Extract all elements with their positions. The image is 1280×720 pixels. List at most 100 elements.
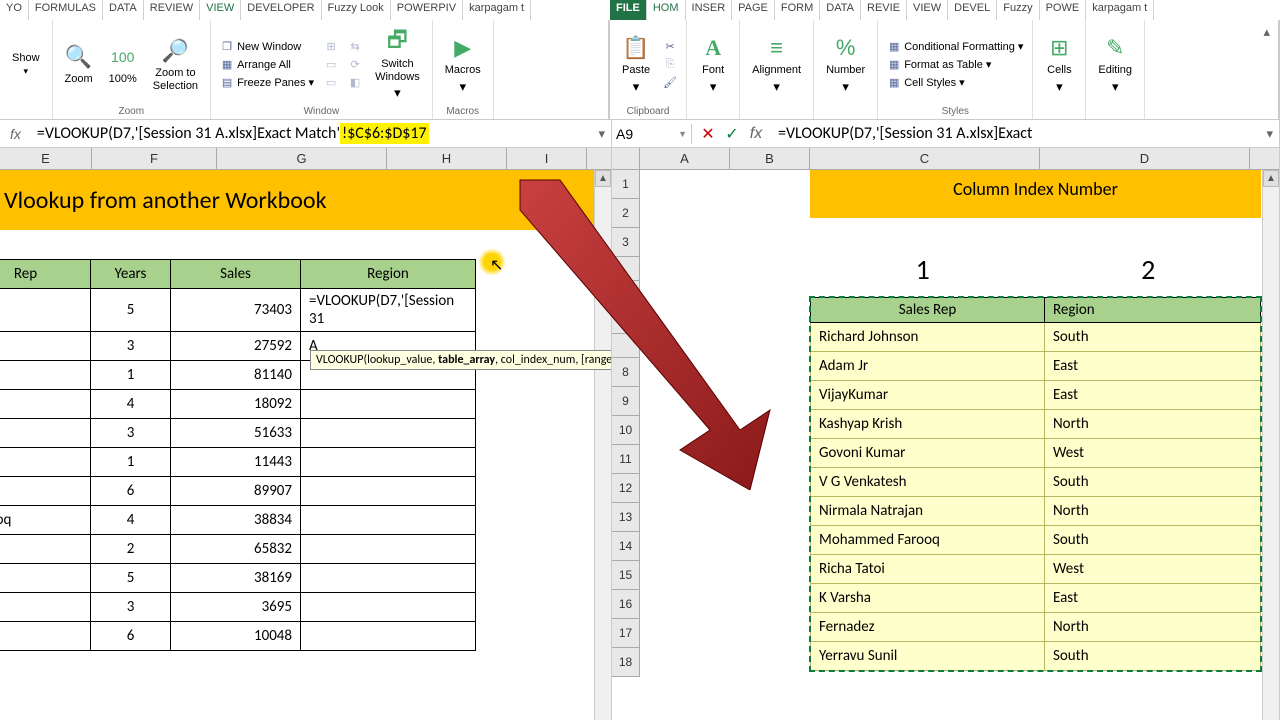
row-header[interactable]: 12 [612, 474, 640, 503]
table-row[interactable]: Farooq438834 [0, 506, 476, 535]
table-row[interactable]: Richard JohnsonSouth [811, 323, 1261, 352]
switch-windows-button[interactable]: 🗗Switch Windows ▾ [369, 26, 426, 102]
tab-powerpivot[interactable]: POWERPIV [391, 0, 463, 20]
row-header[interactable]: 8 [612, 358, 640, 387]
tab-form[interactable]: FORM [775, 0, 820, 20]
zoom-100-button[interactable]: 100100% [103, 41, 143, 87]
table-row[interactable]: Yerravu SunilSouth [811, 642, 1261, 671]
row-header[interactable]: 9 [612, 387, 640, 416]
table-row[interactable]: K VarshaEast [811, 584, 1261, 613]
formula-expand-right-icon[interactable]: ▾ [1260, 126, 1279, 142]
table-row[interactable]: Kashyap KrishNorth [811, 410, 1261, 439]
tab-fuzzy2[interactable]: Fuzzy [997, 0, 1039, 20]
formula-expand-icon[interactable]: ▾ [592, 126, 611, 142]
alignment-button[interactable]: ≡Alignment ▾ [746, 32, 807, 96]
zoom-button[interactable]: 🔍Zoom [59, 41, 99, 87]
row-header[interactable]: 15 [612, 561, 640, 590]
scrollbar-left[interactable]: ▲ [594, 170, 611, 720]
format-painter-button[interactable]: 🖌 [660, 75, 680, 91]
row-header[interactable]: 10 [612, 416, 640, 445]
row-header[interactable]: 2 [612, 199, 640, 228]
freeze-panes-button[interactable]: ▤Freeze Panes ▾ [217, 75, 317, 91]
row-header[interactable]: 3 [612, 228, 640, 257]
tab-formulas[interactable]: FORMULAS [29, 0, 103, 20]
tab-data2[interactable]: DATA [820, 0, 861, 20]
formula-cell[interactable]: =VLOOKUP(D7,'[Session 31 [301, 289, 476, 332]
tab-page[interactable]: PAGE [732, 0, 775, 20]
macros-button[interactable]: ▶Macros ▾ [439, 32, 487, 96]
editing-button[interactable]: ✎Editing ▾ [1092, 32, 1138, 96]
scroll-up-icon[interactable]: ▲ [595, 170, 611, 187]
scrollbar-right[interactable]: ▲ [1262, 170, 1279, 720]
fx-icon[interactable]: fx [0, 126, 31, 142]
split-button[interactable]: ⊞ [321, 39, 341, 55]
tab-view2[interactable]: VIEW [907, 0, 948, 20]
enter-icon[interactable]: ✓ [722, 124, 742, 144]
table-row[interactable]: sh111443 [0, 448, 476, 477]
table-row[interactable]: il610048 [0, 622, 476, 651]
format-table-button[interactable]: ▦Format as Table ▾ [884, 57, 1026, 73]
tab-view[interactable]: VIEW [200, 0, 241, 20]
row-header[interactable]: 17 [612, 619, 640, 648]
table-row[interactable]: VijayKumarEast [811, 381, 1261, 410]
hide-button[interactable]: ▭ [321, 57, 341, 73]
table-row[interactable]: 33695 [0, 593, 476, 622]
collapse-ribbon-icon[interactable]: ▴ [1263, 24, 1270, 40]
table-row[interactable]: Richa TatoiWest [811, 555, 1261, 584]
unhide-button[interactable]: ▭ [321, 75, 341, 91]
row-header[interactable]: 18 [612, 648, 640, 677]
table-row[interactable]: Govoni KumarWest [811, 439, 1261, 468]
copy-button[interactable]: ⎘ [660, 57, 680, 73]
cell-styles-button[interactable]: ▦Cell Styles ▾ [884, 75, 1026, 91]
right-data-table[interactable]: Sales Rep Region Richard JohnsonSouthAda… [810, 297, 1261, 671]
tab-developer[interactable]: DEVELOPER [241, 0, 321, 20]
row-header[interactable]: 6 [612, 305, 640, 334]
table-row[interactable]: sh418092 [0, 390, 476, 419]
tab-insert[interactable]: INSER [686, 0, 733, 20]
formula-input-right[interactable]: =VLOOKUP(D7,'[Session 31 A.xlsx]Exact [772, 120, 1260, 147]
tab-home[interactable]: HOM [647, 0, 686, 20]
cells-button[interactable]: ⊞Cells ▾ [1039, 32, 1079, 96]
table-row[interactable]: ajan689907 [0, 477, 476, 506]
table-row[interactable]: FernadezNorth [811, 613, 1261, 642]
table-row[interactable]: Mohammed FarooqSouth [811, 526, 1261, 555]
arrange-all-button[interactable]: ▦Arrange All [217, 57, 317, 73]
tab-devel2[interactable]: DEVEL [948, 0, 997, 20]
row-header[interactable]: 16 [612, 590, 640, 619]
table-row[interactable]: Adam JrEast [811, 352, 1261, 381]
row-header[interactable] [612, 334, 640, 358]
tab-file[interactable]: FILE [610, 0, 647, 20]
tab-data[interactable]: DATA [103, 0, 144, 20]
table-row[interactable]: V G VenkateshSouth [811, 468, 1261, 497]
tab-review[interactable]: REVIEW [144, 0, 200, 20]
row-header[interactable] [612, 257, 640, 281]
cut-button[interactable]: ✂ [660, 39, 680, 55]
row-header[interactable] [612, 281, 640, 305]
font-button[interactable]: AFont ▾ [693, 32, 733, 96]
tab-review2[interactable]: REVIE [861, 0, 907, 20]
scroll-up-right-icon[interactable]: ▲ [1263, 170, 1279, 187]
table-row[interactable]: nson573403=VLOOKUP(D7,'[Session 31 [0, 289, 476, 332]
table-row[interactable]: ar351633 [0, 419, 476, 448]
tab-layout[interactable]: YO [0, 0, 29, 20]
paste-button[interactable]: 📋Paste ▾ [616, 32, 656, 96]
cancel-icon[interactable]: ✕ [698, 124, 718, 144]
row-header[interactable]: 1 [612, 170, 640, 199]
row-header[interactable]: 14 [612, 532, 640, 561]
table-row[interactable]: 538169 [0, 564, 476, 593]
tab-fuzzy[interactable]: Fuzzy Look [322, 0, 391, 20]
pos-button[interactable]: ◧ [345, 75, 365, 91]
tab-user2[interactable]: karpagam t [1086, 0, 1154, 20]
number-button[interactable]: %Number ▾ [820, 32, 871, 96]
name-box[interactable]: A9▼ [612, 124, 692, 144]
fx-icon-right[interactable]: fx [746, 124, 766, 144]
reset-button[interactable]: ⟳ [345, 57, 365, 73]
row-header[interactable]: 11 [612, 445, 640, 474]
conditional-formatting-button[interactable]: ▦Conditional Formatting ▾ [884, 39, 1026, 55]
new-window-button[interactable]: ❐New Window [217, 39, 317, 55]
formula-input-left[interactable]: =VLOOKUP(D7,'[Session 31 A.xlsx]Exact Ma… [31, 120, 593, 147]
tab-powe2[interactable]: POWE [1040, 0, 1087, 20]
table-row[interactable]: 265832 [0, 535, 476, 564]
zoom-selection-button[interactable]: 🔎Zoom to Selection [147, 35, 204, 93]
tab-user[interactable]: karpagam t [463, 0, 531, 20]
